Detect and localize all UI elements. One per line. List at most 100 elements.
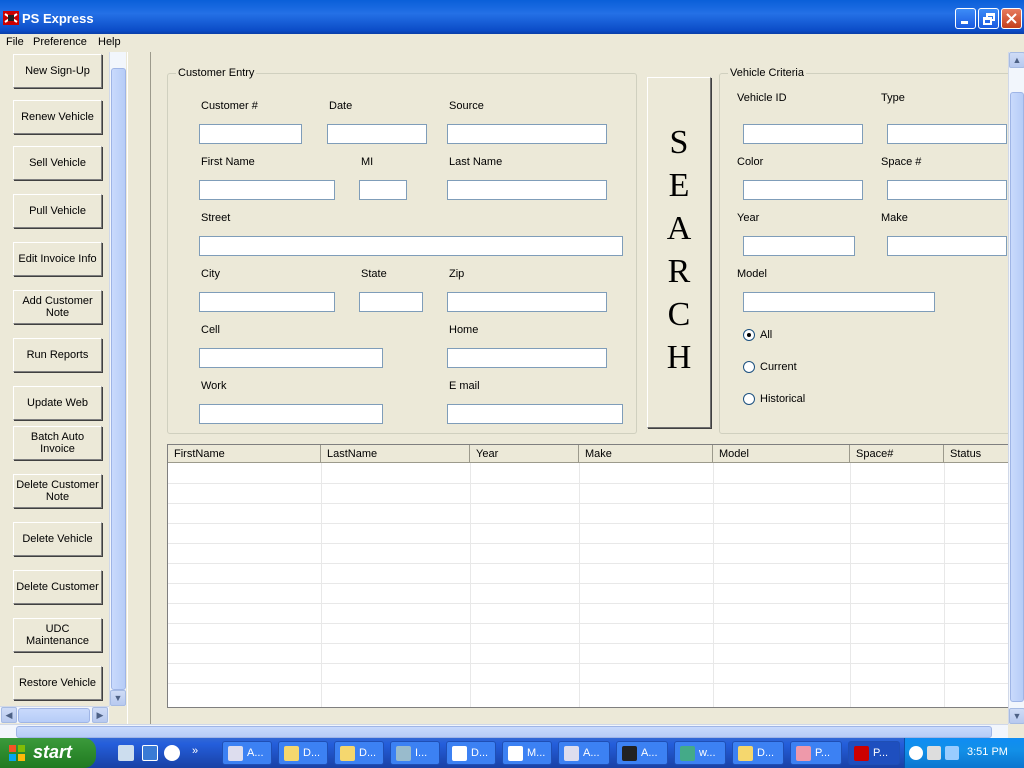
main-hscroll-thumb[interactable]: [16, 726, 992, 738]
splitter[interactable]: [127, 52, 151, 724]
radio-all[interactable]: [743, 329, 755, 341]
pull-vehicle-button[interactable]: Pull Vehicle: [13, 194, 102, 228]
delete-customer-note-button[interactable]: Delete Customer Note: [13, 474, 102, 508]
zip-field[interactable]: [447, 292, 607, 312]
make-field[interactable]: [887, 236, 1007, 256]
taskbar-item[interactable]: A...: [222, 741, 272, 765]
column-header-model[interactable]: Model: [713, 445, 850, 463]
vehicle-id-label: Vehicle ID: [737, 92, 787, 104]
email-label: E mail: [449, 380, 480, 392]
scroll-down-arrow-icon[interactable]: ▼: [110, 690, 126, 706]
new-sign-up-button[interactable]: New Sign-Up: [13, 54, 102, 88]
scroll-down-arrow-icon[interactable]: ▼: [1009, 708, 1024, 724]
folder-icon: [340, 746, 355, 761]
sidebar-scroll-thumb[interactable]: [111, 68, 126, 690]
taskbar-item[interactable]: M...: [502, 741, 552, 765]
work-field[interactable]: [199, 404, 383, 424]
taskbar-item[interactable]: A...: [616, 741, 668, 765]
network-icon[interactable]: [945, 746, 959, 760]
quick-launch-chevron-icon[interactable]: »: [192, 745, 208, 761]
search-letter: A: [666, 210, 692, 247]
taskbar-item[interactable]: D...: [278, 741, 328, 765]
renew-vehicle-button[interactable]: Renew Vehicle: [13, 100, 102, 134]
year-field[interactable]: [743, 236, 855, 256]
column-header-make[interactable]: Make: [579, 445, 713, 463]
edit-invoice-info-button[interactable]: Edit Invoice Info: [13, 242, 102, 276]
menu-help[interactable]: Help: [98, 36, 121, 48]
taskbar-item[interactable]: A...: [558, 741, 610, 765]
search-button[interactable]: S E A R C H: [647, 77, 711, 428]
folder-icon: [738, 746, 753, 761]
home-field[interactable]: [447, 348, 607, 368]
email-field[interactable]: [447, 404, 623, 424]
sidebar-horizontal-scrollbar[interactable]: ◀ ▶: [0, 706, 109, 723]
browser-icon[interactable]: [142, 745, 158, 761]
taskbar-item[interactable]: D...: [732, 741, 784, 765]
column-header-firstname[interactable]: FirstName: [168, 445, 321, 463]
last-name-field[interactable]: [447, 180, 607, 200]
first-name-field[interactable]: [199, 180, 335, 200]
restore-button[interactable]: [978, 8, 999, 29]
column-header-year[interactable]: Year: [470, 445, 579, 463]
search-letter: R: [667, 253, 691, 290]
color-label: Color: [737, 156, 764, 168]
sidebar-hscroll-thumb[interactable]: [18, 708, 90, 723]
taskbar-item[interactable]: D...: [334, 741, 384, 765]
run-reports-button[interactable]: Run Reports: [13, 338, 102, 372]
start-button[interactable]: start: [0, 738, 96, 768]
date-field[interactable]: [327, 124, 427, 144]
taskbar-item[interactable]: w...: [674, 741, 726, 765]
model-field[interactable]: [743, 292, 935, 312]
home-label: Home: [449, 324, 479, 336]
restore-vehicle-button[interactable]: Restore Vehicle: [13, 666, 102, 700]
state-field[interactable]: [359, 292, 423, 312]
grid-row-line: [168, 683, 1008, 684]
main-scroll-thumb[interactable]: [1010, 92, 1024, 702]
sell-vehicle-button[interactable]: Sell Vehicle: [13, 146, 102, 180]
main-horizontal-scrollbar[interactable]: [0, 724, 1008, 738]
color-field[interactable]: [743, 180, 863, 200]
add-customer-note-button[interactable]: Add Customer Note: [13, 290, 102, 324]
taskbar-item[interactable]: D...: [446, 741, 496, 765]
city-field[interactable]: [199, 292, 335, 312]
space-field[interactable]: [887, 180, 1007, 200]
scroll-left-arrow-icon[interactable]: ◀: [1, 707, 17, 723]
sidebar-vertical-scrollbar[interactable]: ▼: [109, 52, 126, 706]
radio-historical[interactable]: [743, 393, 755, 405]
udc-maintenance-button[interactable]: UDC Maintenance: [13, 618, 102, 652]
menu-file[interactable]: File: [6, 36, 24, 48]
tray-app-icon[interactable]: [927, 746, 941, 760]
task-label: M...: [527, 747, 546, 759]
close-button[interactable]: [1001, 8, 1022, 29]
customer-number-field[interactable]: [199, 124, 302, 144]
source-field[interactable]: [447, 124, 607, 144]
grid-row-line: [168, 623, 1008, 624]
tray-collapse-icon[interactable]: [909, 746, 923, 760]
taskbar-item[interactable]: I...: [390, 741, 440, 765]
show-desktop-icon[interactable]: [118, 745, 134, 761]
scroll-up-arrow-icon[interactable]: ▲: [1009, 52, 1024, 68]
media-player-icon[interactable]: [164, 745, 180, 761]
menu-preference[interactable]: Preference: [33, 36, 87, 48]
vehicle-id-field[interactable]: [743, 124, 863, 144]
results-grid[interactable]: FirstName LastName Year Make Model Space…: [167, 444, 1009, 708]
radio-current[interactable]: [743, 361, 755, 373]
taskbar-item-active[interactable]: P...: [848, 741, 900, 765]
scroll-right-arrow-icon[interactable]: ▶: [92, 707, 108, 723]
delete-customer-button[interactable]: Delete Customer: [13, 570, 102, 604]
cell-field[interactable]: [199, 348, 383, 368]
delete-vehicle-button[interactable]: Delete Vehicle: [13, 522, 102, 556]
mi-field[interactable]: [359, 180, 407, 200]
column-header-space[interactable]: Space#: [850, 445, 944, 463]
column-header-status[interactable]: Status: [944, 445, 1008, 463]
minimize-button[interactable]: [955, 8, 976, 29]
street-field[interactable]: [199, 236, 623, 256]
main-vertical-scrollbar[interactable]: ▲ ▼: [1008, 52, 1024, 724]
update-web-button[interactable]: Update Web: [13, 386, 102, 420]
column-header-lastname[interactable]: LastName: [321, 445, 470, 463]
taskbar-item[interactable]: P...: [790, 741, 842, 765]
type-field[interactable]: [887, 124, 1007, 144]
app-icon: [796, 746, 811, 761]
task-label: D...: [757, 747, 775, 759]
batch-auto-invoice-button[interactable]: Batch Auto Invoice: [13, 426, 102, 460]
